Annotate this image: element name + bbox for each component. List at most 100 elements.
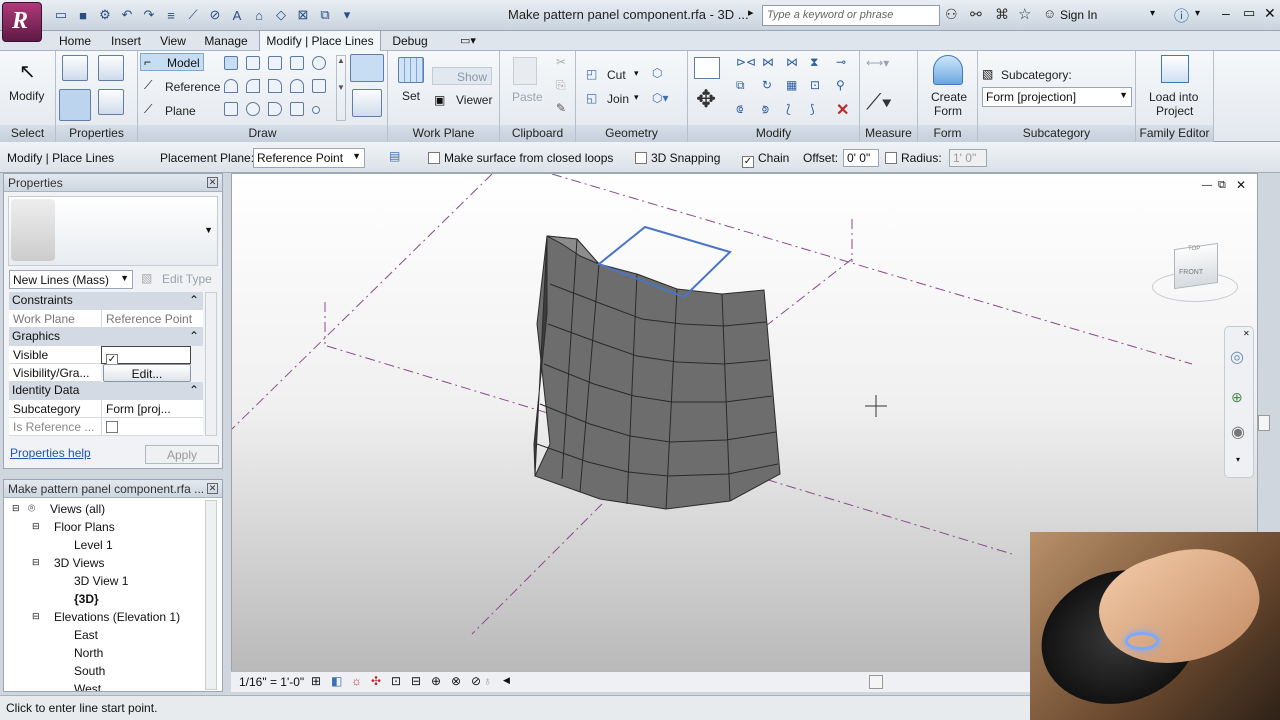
nav-dropdown-icon[interactable]: ▾	[1236, 455, 1240, 464]
is-reference-checkbox[interactable]	[106, 421, 118, 433]
point-element-icon[interactable]	[312, 106, 320, 114]
section-identity-data[interactable]: Identity Data ⌃	[9, 382, 203, 400]
placement-plane-dropdown[interactable]: Reference Point ▼	[253, 148, 365, 168]
maximize-icon[interactable]: ▭	[1243, 5, 1255, 21]
communication-icon[interactable]: ⌘	[995, 6, 1009, 23]
join-button[interactable]: Join	[607, 92, 629, 106]
visual-style-icon[interactable]: ◧	[331, 674, 342, 688]
save-icon[interactable]: ■	[74, 6, 92, 24]
tab-view[interactable]: View	[154, 31, 192, 51]
tab-modify-place-lines[interactable]: Modify | Place Lines	[259, 30, 381, 51]
zoom-icon[interactable]: ⊕	[1231, 389, 1243, 406]
browser-scrollbar[interactable]	[205, 500, 217, 690]
align-icon[interactable]: ≡	[162, 6, 180, 24]
cut-button[interactable]: Cut	[607, 68, 626, 82]
steering-wheel-icon[interactable]: ◎	[1230, 347, 1244, 367]
browser-close-icon[interactable]: ✕	[207, 483, 218, 494]
visible-checkbox[interactable]: ✓	[101, 346, 191, 366]
section-icon[interactable]: ◇	[272, 6, 290, 24]
favorites-star-icon[interactable]: ☆	[1018, 5, 1031, 23]
tree-collapse-icon[interactable]: ⊟	[32, 557, 40, 568]
offset-icon[interactable]: ⊳⊲	[736, 55, 756, 69]
split-icon[interactable]: ⧗	[810, 55, 818, 70]
edit-type-button[interactable]: Edit Type	[162, 272, 212, 286]
tag-icon[interactable]: ⊘	[206, 6, 224, 24]
trim-multiple-icon[interactable]: ⟅	[786, 102, 791, 116]
redo-icon[interactable]: ↷	[140, 6, 158, 24]
cut-scissors-icon[interactable]: ✂	[556, 55, 566, 69]
tree-3d-views[interactable]: 3D Views	[54, 556, 104, 570]
create-form-label-1[interactable]: Create	[931, 90, 967, 104]
help-icon[interactable]: ⓘ	[1174, 5, 1189, 26]
3d-view-icon[interactable]: ⌂	[250, 6, 268, 24]
preview-chevron-down-icon[interactable]: ▼	[204, 225, 213, 235]
crop-view-icon[interactable]: ⊡	[391, 674, 401, 688]
binoculars-icon[interactable]: ⚇	[945, 6, 958, 23]
join-dropdown-icon[interactable]: ▾	[634, 92, 639, 103]
rectangle-tool-icon[interactable]	[246, 56, 260, 70]
type-selector[interactable]: New Lines (Mass) ▼	[9, 270, 133, 289]
copy-icon[interactable]: ⎘	[556, 78, 566, 93]
draw-on-face-icon[interactable]	[350, 54, 384, 82]
undo-icon[interactable]: ↶	[118, 6, 136, 24]
tree-south[interactable]: South	[74, 664, 105, 678]
mirror-draw-icon[interactable]: ⋈	[786, 55, 798, 69]
fillet-arc-icon[interactable]	[268, 79, 282, 93]
subscription-icon[interactable]: ⚯	[970, 6, 982, 23]
arc-start-end-icon[interactable]	[224, 79, 238, 93]
reference-button[interactable]: Reference	[165, 80, 220, 94]
paste-button[interactable]: Paste	[512, 90, 543, 104]
polygon-tool-icon[interactable]	[268, 56, 282, 70]
chain-checkbox[interactable]: ✓ Chain	[742, 151, 789, 168]
properties-scrollbar[interactable]	[205, 292, 217, 436]
family-types-icon[interactable]	[98, 55, 124, 81]
apply-button[interactable]: Apply	[145, 445, 219, 464]
split-gap-icon[interactable]: ⊸	[836, 55, 846, 69]
delete-icon[interactable]: ✕	[836, 100, 849, 120]
tab-debug[interactable]: Debug	[386, 31, 434, 51]
dimension-icon[interactable]: ⟋▾	[866, 89, 892, 115]
orbit-icon[interactable]: ◉	[1231, 422, 1245, 442]
align-tool-icon[interactable]	[694, 57, 720, 79]
offset-input[interactable]: 0' 0"	[843, 149, 879, 167]
show-crop-icon[interactable]: ⊟	[411, 674, 421, 688]
section-graphics[interactable]: Graphics ⌃	[9, 328, 203, 346]
detail-level-icon[interactable]: ⊞	[311, 674, 321, 688]
properties-close-icon[interactable]: ✕	[207, 177, 218, 188]
minimize-icon[interactable]: –	[1222, 5, 1230, 21]
viewer-button[interactable]: Viewer	[456, 93, 492, 107]
reveal-hidden-icon[interactable]: ⊘	[471, 674, 481, 688]
switch-windows-icon[interactable]: ⧉	[316, 6, 334, 24]
3d-snapping-checkbox[interactable]: 3D Snapping	[635, 151, 720, 165]
visibility-edit-button[interactable]: Edit...	[103, 364, 191, 382]
open-icon[interactable]: ▭	[52, 6, 70, 24]
radius-input[interactable]: 1' 0"	[949, 149, 987, 167]
trim-icon[interactable]: ⟃	[736, 102, 743, 117]
tree-level-1[interactable]: Level 1	[74, 538, 113, 552]
help-dropdown-icon[interactable]: ▾	[1195, 8, 1200, 19]
view-scale[interactable]: 1/16" = 1'-0"	[239, 675, 304, 689]
subcategory-value[interactable]: Form [proj...	[101, 400, 203, 418]
tangent-arc-icon[interactable]	[290, 79, 304, 93]
spline-tool-icon[interactable]	[312, 79, 326, 93]
sign-in-link[interactable]: Sign In	[1060, 8, 1097, 22]
load-into-label-1[interactable]: Load into	[1149, 90, 1198, 104]
tab-manage[interactable]: Manage	[198, 31, 254, 51]
tree-current-3d[interactable]: {3D}	[74, 592, 99, 606]
properties-help-link[interactable]: Properties help	[10, 446, 91, 460]
text-icon[interactable]: A	[228, 6, 246, 24]
inscribed-polygon-icon[interactable]	[290, 56, 304, 70]
shadows-icon[interactable]: ✣	[371, 674, 381, 688]
horizontal-scroll-thumb[interactable]	[869, 675, 883, 689]
ribbon-minimize-icon[interactable]: ▭▾	[460, 34, 476, 47]
scroll-left-icon[interactable]: ◀	[503, 675, 510, 686]
view-close-icon[interactable]: ✕	[1236, 178, 1246, 192]
radius-checkbox[interactable]: Radius:	[885, 151, 942, 165]
paint-icon[interactable]: ⬡▾	[652, 91, 669, 105]
set-button[interactable]: Set	[402, 89, 420, 103]
tree-floor-plans[interactable]: Floor Plans	[54, 520, 115, 534]
move-tool-icon[interactable]: ✥	[696, 85, 716, 114]
analytical-icon[interactable]: ♁	[483, 674, 492, 688]
sync-icon[interactable]: ⚙	[96, 6, 114, 24]
measure-line-icon[interactable]: ⟷▾	[866, 56, 889, 70]
